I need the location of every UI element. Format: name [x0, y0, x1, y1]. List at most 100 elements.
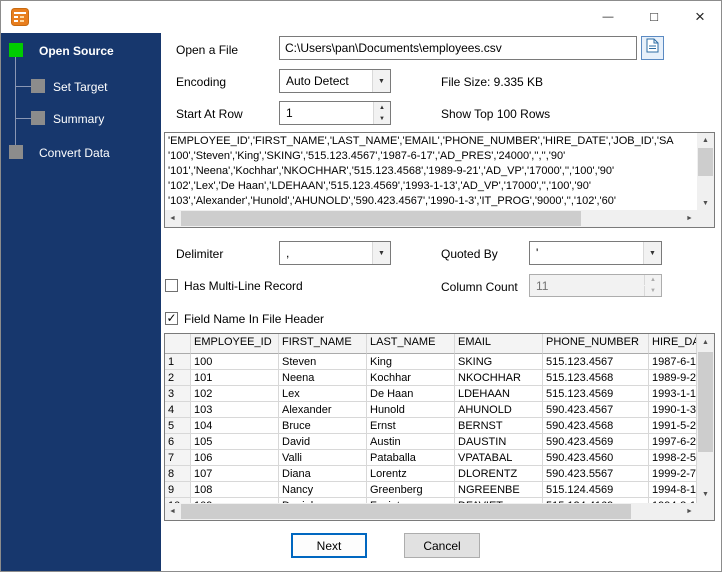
grid-cell[interactable]: Steven [279, 354, 367, 370]
grid-cell[interactable]: Lex [279, 386, 367, 402]
grid-cell[interactable]: 590.423.5567 [543, 466, 649, 482]
grid-cell[interactable]: 590.423.4567 [543, 402, 649, 418]
grid-cell[interactable]: NGREENBE [455, 482, 543, 498]
grid-cell[interactable]: Bruce [279, 418, 367, 434]
preview-vscrollbar[interactable]: ▲ ▼ [697, 133, 714, 210]
minimize-button[interactable]: — [585, 1, 631, 32]
multiline-checkbox[interactable] [165, 279, 178, 292]
grid-cell[interactable]: 590.423.4569 [543, 434, 649, 450]
grid-column-header[interactable]: HIRE_DATE [649, 334, 697, 354]
grid-cell[interactable]: 590.423.4568 [543, 418, 649, 434]
encoding-select[interactable]: Auto Detect ▼ [279, 69, 391, 93]
grid-cell[interactable]: BERNST [455, 418, 543, 434]
scroll-right-icon[interactable]: ► [682, 503, 697, 520]
grid-cell[interactable]: 515.123.4568 [543, 370, 649, 386]
header-checkbox[interactable]: ✓ [165, 312, 178, 325]
grid-cell[interactable]: Greenberg [367, 482, 455, 498]
grid-cell[interactable]: Kochhar [367, 370, 455, 386]
grid-column-header[interactable] [165, 334, 191, 354]
grid-cell[interactable]: 106 [191, 450, 279, 466]
table-row[interactable]: 8 107 Diana Lorentz DLORENTZ 590.423.5567 1999… [165, 466, 697, 482]
scrollbar-thumb[interactable] [698, 148, 713, 176]
grid-cell[interactable]: Neena [279, 370, 367, 386]
preview-hscrollbar[interactable]: ◄ ► [165, 210, 697, 227]
grid-cell[interactable]: 1993-1-13 [649, 386, 697, 402]
table-row[interactable]: 3 102 Lex De Haan LDEHAAN 515.123.4569 1993-1-… [165, 386, 697, 402]
quoted-by-select[interactable]: ' ▼ [529, 241, 662, 265]
grid-column-header[interactable]: EMPLOYEE_ID [191, 334, 279, 354]
next-button[interactable]: Next [291, 533, 367, 558]
grid-cell[interactable]: 101 [191, 370, 279, 386]
grid-cell[interactable]: 515.123.4567 [543, 354, 649, 370]
grid-cell[interactable]: LDEHAAN [455, 386, 543, 402]
chevron-down-icon[interactable]: ▼ [372, 242, 390, 264]
grid-cell[interactable]: Nancy [279, 482, 367, 498]
browse-file-button[interactable] [641, 36, 664, 60]
grid-column-header[interactable]: EMAIL [455, 334, 543, 354]
grid-cell[interactable]: Lorentz [367, 466, 455, 482]
grid-vscrollbar[interactable]: ▲ ▼ [697, 334, 714, 503]
scroll-up-icon[interactable]: ▲ [697, 133, 714, 147]
scroll-down-icon[interactable]: ▼ [697, 196, 714, 210]
grid-cell[interactable]: DAUSTIN [455, 434, 543, 450]
scrollbar-thumb[interactable] [698, 352, 713, 452]
grid-cell[interactable]: Diana [279, 466, 367, 482]
scroll-down-icon[interactable]: ▼ [697, 486, 714, 503]
grid-cell[interactable]: Pataballa [367, 450, 455, 466]
table-row[interactable]: 1100StevenKingSKING515.123.45671987-6-17 [165, 354, 697, 370]
grid-cell[interactable]: 1999-2-7 [649, 466, 697, 482]
grid-cell[interactable]: 1997-6-25 [649, 434, 697, 450]
grid-cell[interactable]: King [367, 354, 455, 370]
grid-cell[interactable]: NKOCHHAR [455, 370, 543, 386]
grid-cell[interactable]: DLORENTZ [455, 466, 543, 482]
grid-cell[interactable]: 515.123.4569 [543, 386, 649, 402]
grid-cell[interactable]: 590.423.4560 [543, 450, 649, 466]
table-row[interactable]: 5 104 Bruce Ernst BERNST 590.423.4568 1991-5-2… [165, 418, 697, 434]
grid-cell[interactable]: 107 [191, 466, 279, 482]
grid-cell[interactable]: David [279, 434, 367, 450]
start-at-row-spinner[interactable]: 1 ▲ ▼ [279, 101, 391, 125]
chevron-down-icon[interactable]: ▼ [372, 70, 390, 92]
grid-column-header[interactable]: LAST_NAME [367, 334, 455, 354]
grid-cell[interactable]: 1989-9-21 [649, 370, 697, 386]
grid-cell[interactable]: 1990-1-3 [649, 402, 697, 418]
table-row[interactable]: 6 105 David Austin DAUSTIN 590.423.4569 1997-6… [165, 434, 697, 450]
table-row[interactable]: 9 108 Nancy Greenberg NGREENBE 515.124.4569 19… [165, 482, 697, 498]
grid-cell[interactable]: Austin [367, 434, 455, 450]
scroll-left-icon[interactable]: ◄ [165, 503, 180, 520]
scroll-right-icon[interactable]: ► [682, 210, 697, 227]
scroll-left-icon[interactable]: ◄ [165, 210, 180, 227]
grid-cell[interactable]: 515.124.4569 [543, 482, 649, 498]
grid-cell[interactable]: 1991-5-21 [649, 418, 697, 434]
scrollbar-thumb[interactable] [181, 211, 581, 226]
table-row[interactable]: 7 106 Valli Pataballa VPATABAL 590.423.4560 19… [165, 450, 697, 466]
close-button[interactable]: × [677, 1, 721, 32]
grid-cell[interactable]: 105 [191, 434, 279, 450]
grid-cell[interactable]: 102 [191, 386, 279, 402]
grid-cell[interactable]: SKING [455, 354, 543, 370]
grid-cell[interactable]: Alexander [279, 402, 367, 418]
grid-cell[interactable]: 1994-8-17 [649, 482, 697, 498]
scrollbar-thumb[interactable] [181, 504, 631, 519]
grid-column-header[interactable]: FIRST_NAME [279, 334, 367, 354]
grid-cell[interactable]: De Haan [367, 386, 455, 402]
table-row[interactable]: 4 103 Alexander Hunold AHUNOLD 590.423.4567 19… [165, 402, 697, 418]
cancel-button[interactable]: Cancel [404, 533, 480, 558]
grid-cell[interactable]: Valli [279, 450, 367, 466]
chevron-down-icon[interactable]: ▼ [643, 242, 661, 264]
grid-cell[interactable]: Ernst [367, 418, 455, 434]
maximize-button[interactable]: □ [631, 1, 677, 32]
grid-column-header[interactable]: PHONE_NUMBER [543, 334, 649, 354]
spin-down-icon[interactable]: ▼ [373, 113, 390, 124]
grid-cell[interactable]: 108 [191, 482, 279, 498]
grid-cell[interactable]: 104 [191, 418, 279, 434]
grid-cell[interactable]: Hunold [367, 402, 455, 418]
titlebar[interactable]: — □ × [1, 1, 721, 33]
grid-cell[interactable]: 100 [191, 354, 279, 370]
grid-cell[interactable]: 1998-2-5 [649, 450, 697, 466]
scroll-up-icon[interactable]: ▲ [697, 334, 714, 351]
spin-up-icon[interactable]: ▲ [373, 102, 390, 113]
file-path-input[interactable] [279, 36, 637, 60]
grid-cell[interactable]: AHUNOLD [455, 402, 543, 418]
grid-cell[interactable]: 103 [191, 402, 279, 418]
